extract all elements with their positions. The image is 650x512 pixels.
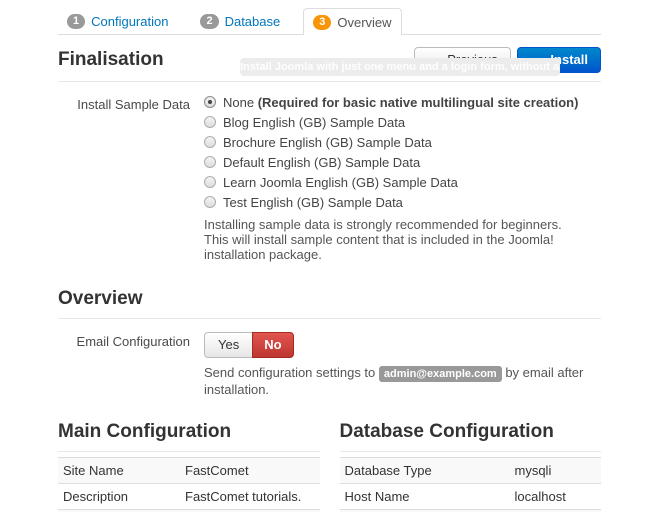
main-config-section: Main Configuration Site NameFastCometDes… — [58, 421, 320, 512]
row-value: mysqli — [510, 458, 602, 484]
sample-data-help-line: Installing sample data is strongly recom… — [204, 217, 601, 232]
radio-icon[interactable] — [204, 176, 216, 188]
email-no-button[interactable]: No — [252, 332, 293, 358]
db-config-section: Database Configuration Database Typemysq… — [340, 421, 602, 512]
radio-icon[interactable] — [204, 116, 216, 128]
sample-data-option-label: Test English (GB) Sample Data — [223, 195, 403, 210]
email-configuration-label: Email Configuration — [58, 332, 190, 397]
table-row: Site NameFastComet — [58, 458, 320, 484]
sample-data-option[interactable]: Learn Joomla English (GB) Sample Data — [204, 175, 601, 189]
sample-data-option-label: Brochure English (GB) Sample Data — [223, 135, 432, 150]
tab-configuration[interactable]: 1 Configuration — [58, 8, 177, 34]
sample-data-option-label: Learn Joomla English (GB) Sample Data — [223, 175, 458, 190]
row-value: localhost — [510, 484, 602, 510]
tooltip-text: Install Joomla with just one menu and a … — [240, 61, 560, 73]
row-label: Database Type — [340, 458, 510, 484]
section-divider — [58, 451, 320, 452]
tab-overview[interactable]: 3 Overview — [303, 8, 401, 35]
email-help-prefix: Send configuration settings to — [204, 365, 379, 380]
config-summary: Main Configuration Site NameFastCometDes… — [58, 421, 601, 512]
table-row: Host Namelocalhost — [340, 484, 602, 510]
sample-data-row: Install Sample Data None (Required for b… — [58, 95, 601, 262]
step-3-badge: 3 — [313, 15, 331, 30]
sample-data-options: None (Required for basic native multilin… — [204, 95, 601, 209]
sample-data-help-line: This will install sample content that is… — [204, 232, 601, 262]
table-row: DescriptionFastComet tutorials. — [58, 484, 320, 510]
db-config-table: Database TypemysqliHost NamelocalhostUse… — [340, 457, 602, 512]
row-label: Site Name — [58, 458, 180, 484]
page-title: Finalisation — [58, 49, 164, 71]
db-config-title: Database Configuration — [340, 421, 602, 443]
sample-data-option[interactable]: Default English (GB) Sample Data — [204, 155, 601, 169]
radio-icon[interactable] — [204, 196, 216, 208]
email-toggle: Yes No — [204, 332, 294, 358]
tab-database-label: Database — [225, 14, 281, 29]
section-divider — [58, 318, 601, 319]
radio-selected-icon[interactable] — [204, 96, 216, 108]
sample-data-option-label: None (Required for basic native multilin… — [223, 95, 578, 110]
sample-data-option[interactable]: Blog English (GB) Sample Data — [204, 115, 601, 129]
step-tabs: 1 Configuration 2 Database 3 Overview — [58, 8, 601, 35]
section-divider — [58, 81, 601, 82]
installer-page: 1 Configuration 2 Database 3 Overview In… — [58, 0, 601, 512]
row-label: Host Name — [340, 484, 510, 510]
main-config-title: Main Configuration — [58, 421, 320, 443]
step-1-badge: 1 — [67, 14, 85, 29]
main-config-table: Site NameFastCometDescriptionFastComet t… — [58, 457, 320, 512]
step-2-badge: 2 — [200, 14, 218, 29]
tab-database[interactable]: 2 Database — [191, 8, 289, 34]
sample-data-option[interactable]: None (Required for basic native multilin… — [204, 95, 601, 109]
sample-data-option[interactable]: Brochure English (GB) Sample Data — [204, 135, 601, 149]
tab-overview-label: Overview — [337, 15, 391, 30]
sample-data-help: Installing sample data is strongly recom… — [204, 217, 601, 262]
row-value: FastComet tutorials. — [180, 484, 320, 510]
table-row: Database Typemysqli — [340, 458, 602, 484]
radio-icon[interactable] — [204, 136, 216, 148]
email-help-text: Send configuration settings to admin@exa… — [204, 365, 601, 397]
section-divider — [340, 451, 602, 452]
radio-icon[interactable] — [204, 156, 216, 168]
install-sample-data-label: Install Sample Data — [58, 95, 190, 262]
email-configuration-row: Email Configuration Yes No Send configur… — [58, 332, 601, 397]
sample-data-option[interactable]: Test English (GB) Sample Data — [204, 195, 601, 209]
sample-data-option-label: Blog English (GB) Sample Data — [223, 115, 405, 130]
sample-data-tooltip: Install Joomla with just one menu and a … — [240, 58, 560, 76]
email-address-badge: admin@example.com — [379, 366, 502, 382]
sample-data-option-label: Default English (GB) Sample Data — [223, 155, 420, 170]
row-label: Description — [58, 484, 180, 510]
row-value: FastComet — [180, 458, 320, 484]
email-yes-button[interactable]: Yes — [204, 332, 253, 358]
tab-configuration-label: Configuration — [91, 14, 168, 29]
overview-section-title: Overview — [58, 288, 601, 310]
